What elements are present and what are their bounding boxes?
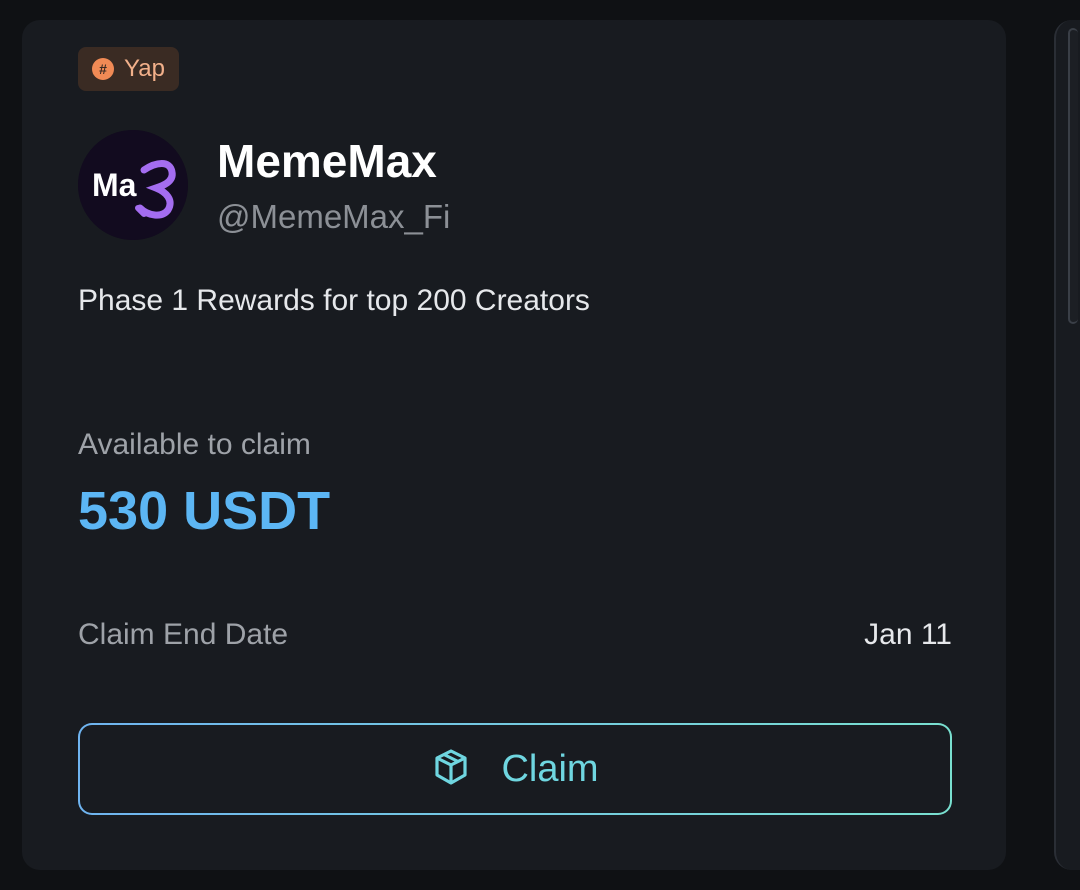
category-tag: # Yap (78, 47, 179, 91)
project-name: MemeMax (217, 135, 437, 187)
page: # Yap Ma MemeMax @MemeMax_Fi Phase 1 Rew… (0, 0, 1080, 890)
claim-button-inner[interactable]: Claim (80, 725, 950, 813)
scrollbar-thumb[interactable] (1068, 28, 1078, 324)
tag-label: Yap (124, 55, 165, 82)
end-date-value: Jan 11 (864, 618, 952, 651)
reward-card: # Yap Ma MemeMax @MemeMax_Fi Phase 1 Rew… (22, 20, 1006, 870)
end-date-label: Claim End Date (78, 618, 289, 651)
claim-amount: 530 USDT (78, 481, 331, 541)
mememax-logo: Ma (78, 130, 188, 240)
claim-button[interactable]: Claim (78, 723, 952, 815)
claim-button-label: Claim (501, 747, 599, 790)
avatar: Ma (78, 130, 188, 240)
project-handle[interactable]: @MemeMax_Fi (217, 198, 450, 236)
reward-description: Phase 1 Rewards for top 200 Creators (78, 284, 590, 317)
box-icon (431, 747, 471, 792)
hashtag-icon: # (92, 58, 114, 80)
logo-text-ma: Ma (92, 167, 137, 203)
available-label: Available to claim (78, 428, 311, 461)
